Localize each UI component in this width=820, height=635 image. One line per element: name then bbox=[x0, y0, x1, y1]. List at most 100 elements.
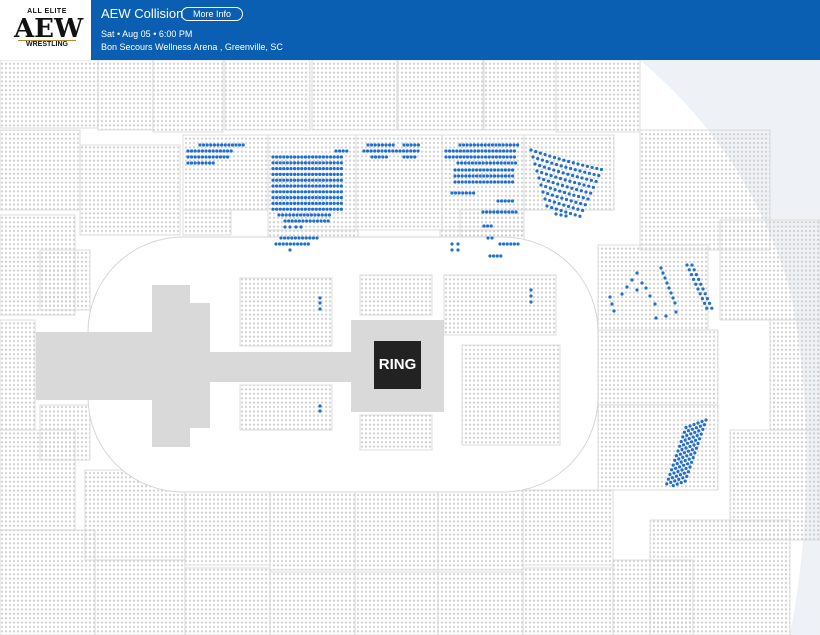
available-seat[interactable] bbox=[336, 184, 340, 188]
available-seat[interactable] bbox=[548, 186, 553, 190]
available-seat[interactable] bbox=[535, 169, 539, 173]
available-seat[interactable] bbox=[476, 143, 480, 147]
available-seat[interactable] bbox=[496, 174, 500, 178]
available-seat[interactable] bbox=[296, 207, 300, 211]
available-seat[interactable] bbox=[503, 174, 507, 178]
available-seat[interactable] bbox=[293, 201, 297, 205]
available-seat[interactable] bbox=[293, 190, 297, 194]
available-seat[interactable] bbox=[283, 236, 287, 240]
available-seat[interactable] bbox=[585, 164, 590, 168]
available-seat[interactable] bbox=[661, 271, 665, 275]
available-seat[interactable] bbox=[529, 294, 533, 298]
floor-section[interactable] bbox=[239, 384, 333, 431]
available-seat[interactable] bbox=[307, 184, 311, 188]
available-seat[interactable] bbox=[506, 161, 510, 165]
seating-section[interactable] bbox=[184, 489, 271, 566]
available-seat[interactable] bbox=[481, 210, 485, 214]
available-seat[interactable] bbox=[308, 236, 312, 240]
available-seat[interactable] bbox=[318, 301, 322, 305]
available-seat[interactable] bbox=[564, 197, 569, 202]
available-seat[interactable] bbox=[409, 143, 413, 147]
available-seat[interactable] bbox=[485, 174, 489, 178]
available-seat[interactable] bbox=[453, 168, 457, 172]
available-seat[interactable] bbox=[282, 161, 286, 165]
available-seat[interactable] bbox=[475, 168, 479, 172]
available-seat[interactable] bbox=[283, 225, 287, 229]
seating-section[interactable] bbox=[522, 489, 614, 566]
available-seat[interactable] bbox=[484, 155, 488, 159]
available-seat[interactable] bbox=[536, 156, 540, 161]
available-seat[interactable] bbox=[584, 190, 588, 194]
available-seat[interactable] bbox=[325, 161, 329, 165]
available-seat[interactable] bbox=[559, 209, 563, 213]
available-seat[interactable] bbox=[271, 190, 275, 194]
available-seat[interactable] bbox=[289, 155, 293, 159]
available-seat[interactable] bbox=[186, 149, 190, 153]
available-seat[interactable] bbox=[665, 281, 669, 285]
available-seat[interactable] bbox=[307, 161, 311, 165]
available-seat[interactable] bbox=[690, 460, 694, 464]
available-seat[interactable] bbox=[543, 197, 547, 201]
available-seat[interactable] bbox=[336, 155, 340, 159]
available-seat[interactable] bbox=[558, 189, 562, 193]
available-seat[interactable] bbox=[678, 473, 683, 477]
available-seat[interactable] bbox=[279, 236, 283, 240]
available-seat[interactable] bbox=[369, 149, 373, 153]
available-seat[interactable] bbox=[480, 149, 484, 153]
available-seat[interactable] bbox=[693, 451, 697, 455]
available-seat[interactable] bbox=[514, 210, 518, 214]
available-seat[interactable] bbox=[311, 161, 315, 165]
seating-section[interactable] bbox=[269, 571, 356, 635]
available-seat[interactable] bbox=[490, 143, 494, 147]
available-seat[interactable] bbox=[665, 482, 669, 486]
available-seat[interactable] bbox=[289, 167, 293, 171]
available-seat[interactable] bbox=[234, 143, 238, 147]
available-seat[interactable] bbox=[516, 143, 520, 147]
available-seat[interactable] bbox=[559, 213, 563, 217]
available-seat[interactable] bbox=[311, 172, 315, 176]
available-seat[interactable] bbox=[686, 449, 691, 453]
available-seat[interactable] bbox=[693, 430, 697, 434]
available-seat[interactable] bbox=[510, 161, 514, 165]
available-seat[interactable] bbox=[594, 179, 598, 184]
available-seat[interactable] bbox=[332, 190, 336, 194]
available-seat[interactable] bbox=[336, 196, 340, 200]
available-seat[interactable] bbox=[489, 180, 493, 184]
available-seat[interactable] bbox=[307, 190, 311, 194]
available-seat[interactable] bbox=[458, 143, 462, 147]
available-seat[interactable] bbox=[455, 155, 459, 159]
floor-section[interactable] bbox=[461, 344, 561, 446]
available-seat[interactable] bbox=[275, 178, 279, 182]
available-seat[interactable] bbox=[329, 155, 333, 159]
available-seat[interactable] bbox=[457, 180, 461, 184]
available-seat[interactable] bbox=[285, 207, 289, 211]
available-seat[interactable] bbox=[289, 161, 293, 165]
available-seat[interactable] bbox=[218, 149, 222, 153]
available-seat[interactable] bbox=[293, 161, 297, 165]
available-seat[interactable] bbox=[275, 196, 279, 200]
available-seat[interactable] bbox=[546, 179, 551, 183]
available-seat[interactable] bbox=[285, 201, 289, 205]
available-seat[interactable] bbox=[675, 462, 679, 466]
available-seat[interactable] bbox=[480, 143, 484, 147]
available-seat[interactable] bbox=[625, 285, 629, 289]
available-seat[interactable] bbox=[476, 149, 480, 153]
available-seat[interactable] bbox=[321, 172, 325, 176]
available-seat[interactable] bbox=[289, 196, 293, 200]
available-seat[interactable] bbox=[305, 219, 309, 223]
available-seat[interactable] bbox=[557, 202, 561, 206]
available-seat[interactable] bbox=[303, 190, 307, 194]
available-seat[interactable] bbox=[542, 177, 546, 182]
available-seat[interactable] bbox=[226, 155, 230, 159]
available-seat[interactable] bbox=[570, 186, 574, 190]
available-seat[interactable] bbox=[394, 149, 398, 153]
available-seat[interactable] bbox=[550, 193, 555, 197]
available-seat[interactable] bbox=[688, 424, 692, 428]
available-seat[interactable] bbox=[610, 302, 614, 306]
available-seat[interactable] bbox=[402, 143, 406, 147]
available-seat[interactable] bbox=[648, 294, 652, 298]
available-seat[interactable] bbox=[576, 162, 580, 166]
available-seat[interactable] bbox=[311, 155, 315, 159]
available-seat[interactable] bbox=[682, 463, 686, 467]
available-seat[interactable] bbox=[578, 214, 582, 218]
